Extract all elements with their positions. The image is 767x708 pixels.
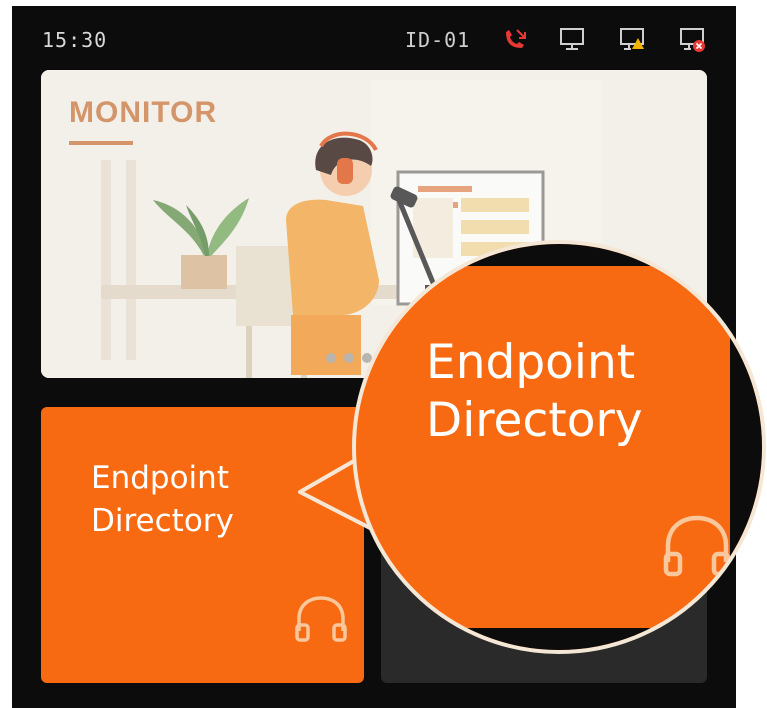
callout-dark-edge	[730, 244, 762, 650]
headphones-icon	[663, 515, 731, 577]
callout-label: Endpoint Directory	[426, 335, 643, 448]
callout-dark-edge	[356, 628, 762, 650]
callout-dark-edge	[356, 244, 762, 266]
magnified-callout: Endpoint Directory	[352, 240, 766, 654]
